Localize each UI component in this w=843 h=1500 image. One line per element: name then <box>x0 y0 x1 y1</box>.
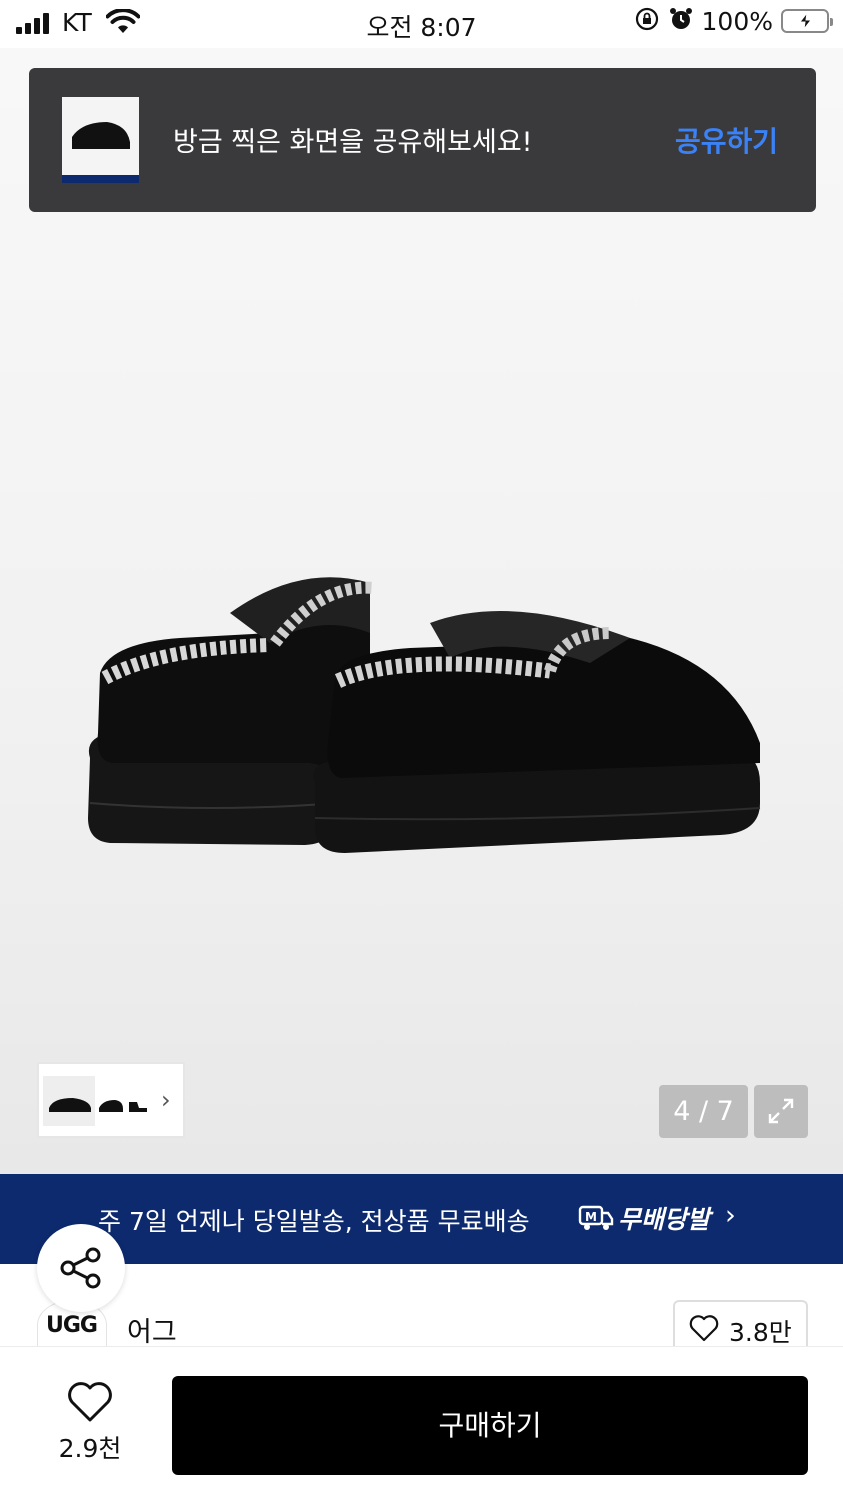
truck-icon: M <box>578 1205 614 1230</box>
thumbnail-strip[interactable]: › <box>37 1062 185 1138</box>
brand-like-count: 3.8만 <box>729 1318 792 1347</box>
share-toast: 방금 찍은 화면을 공유해보세요! 공유하기 <box>29 68 816 212</box>
promo-brand: M 무배당발 <box>578 1200 710 1236</box>
promo-brand-label: 무배당발 <box>618 1205 711 1234</box>
svg-text:M: M <box>585 1210 597 1224</box>
brand-logo-text: UGG <box>46 1313 98 1338</box>
wishlist-count: 2.9천 <box>58 1434 122 1463</box>
expand-button[interactable] <box>754 1085 808 1138</box>
image-counter: 4 / 7 <box>659 1085 748 1138</box>
screenshot-thumbnail[interactable] <box>62 97 139 183</box>
share-button[interactable]: 공유하기 <box>675 120 778 160</box>
buy-button[interactable]: 구매하기 <box>172 1376 808 1475</box>
promo-banner[interactable]: 주 7일 언제나 당일발송, 전상품 무료배송 M 무배당발 › <box>0 1174 843 1264</box>
alarm-icon <box>668 6 694 36</box>
toast-message: 방금 찍은 화면을 공유해보세요! <box>173 127 533 158</box>
chevron-right-icon: › <box>725 1200 736 1231</box>
share-icon <box>60 1247 101 1289</box>
expand-icon <box>768 1098 794 1124</box>
orientation-lock-icon <box>634 6 660 36</box>
heart-icon <box>68 1382 112 1422</box>
share-floating-button[interactable] <box>37 1224 125 1312</box>
heart-icon <box>689 1315 719 1342</box>
brand-name[interactable]: 어그 <box>127 1310 177 1349</box>
product-image-gallery[interactable] <box>0 48 843 1174</box>
bottom-action-bar: 2.9천 구매하기 <box>0 1346 843 1500</box>
battery-percent: 100% <box>701 6 773 36</box>
brand-like-button[interactable]: 3.8만 <box>673 1300 808 1352</box>
battery-charging-icon <box>781 9 833 33</box>
chevron-right-icon[interactable]: › <box>161 1086 171 1114</box>
product-thumbnail <box>43 1076 153 1126</box>
wishlist-button[interactable]: 2.9천 <box>50 1381 130 1465</box>
product-image <box>88 577 761 853</box>
status-bar: KT 오전 8:07 100% <box>0 0 843 48</box>
promo-text: 주 7일 언제나 당일발송, 전상품 무료배송 <box>98 1207 530 1236</box>
